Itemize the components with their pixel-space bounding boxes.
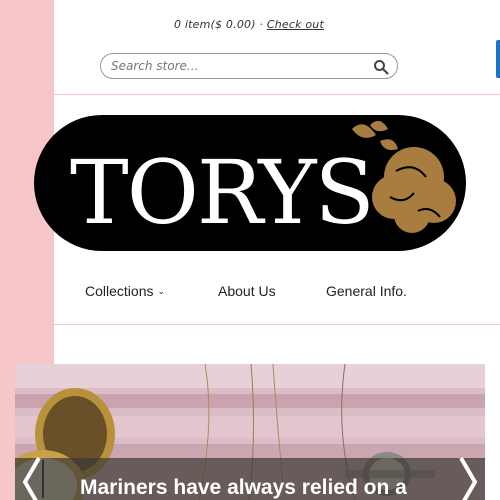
nav-divider bbox=[54, 324, 500, 325]
chevron-right-icon[interactable] bbox=[455, 452, 485, 500]
checkout-link[interactable]: Check out bbox=[267, 18, 324, 31]
nav-item-label: Collections bbox=[85, 283, 154, 299]
store-logo[interactable]: TORYS bbox=[34, 115, 466, 251]
header-divider bbox=[54, 94, 500, 95]
search-box bbox=[100, 53, 398, 79]
hero-caption-bar: Mariners have always relied on a bbox=[15, 458, 485, 500]
search-icon[interactable] bbox=[373, 59, 389, 75]
chevron-left-icon[interactable] bbox=[15, 452, 45, 500]
nav-item-label: General Info. bbox=[326, 283, 407, 299]
hero-slideshow[interactable]: Mariners have always relied on a bbox=[15, 364, 485, 500]
hero-caption-text: Mariners have always relied on a bbox=[80, 476, 407, 499]
nav-item-collections[interactable]: Collections ⌄ bbox=[85, 283, 165, 299]
chevron-down-icon: ⌄ bbox=[157, 286, 166, 296]
nav-item-label: About Us bbox=[218, 283, 276, 299]
cart-summary[interactable]: 0 item($ 0.00) bbox=[174, 18, 256, 31]
cart-separator: · bbox=[259, 18, 264, 31]
side-feedback-tab[interactable] bbox=[496, 40, 500, 78]
nav-item-about-us[interactable]: About Us bbox=[218, 283, 276, 299]
logo-brand-text: TORYS bbox=[70, 141, 373, 244]
search-input[interactable] bbox=[111, 58, 361, 74]
cart-bar: 0 item($ 0.00) · Check out bbox=[54, 18, 444, 31]
main-navigation: Collections ⌄ About Us General Info. bbox=[54, 283, 500, 303]
nav-item-general-info[interactable]: General Info. bbox=[326, 283, 407, 299]
